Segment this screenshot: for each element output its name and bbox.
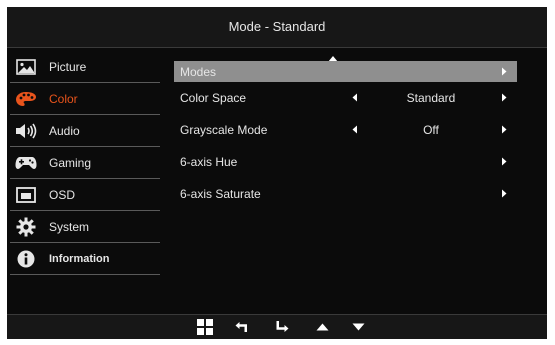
sidebar-item-label: Information	[49, 253, 110, 265]
menu-grid-icon[interactable]	[197, 319, 213, 335]
arrow-left-icon[interactable]	[352, 91, 358, 105]
sidebar-item-picture[interactable]: Picture	[7, 51, 160, 83]
sidebar-item-label: System	[49, 220, 90, 234]
palette-icon	[15, 88, 37, 110]
menu-row-label: 6-axis Saturate	[180, 187, 261, 201]
sidebar-item-gaming[interactable]: Gaming	[7, 147, 160, 179]
sidebar-item-osd[interactable]: OSD	[7, 179, 160, 211]
menu-row-label: Grayscale Mode	[180, 123, 268, 137]
menu-row-label: Color Space	[180, 91, 247, 105]
menu-row-6-axis-hue[interactable]: 6-axis Hue	[174, 146, 517, 178]
picture-icon	[15, 56, 37, 78]
arrow-left-icon[interactable]	[352, 123, 358, 137]
sidebar-item-label: OSD	[49, 188, 76, 202]
sidebar-item-system[interactable]: System	[7, 211, 160, 243]
enter-icon[interactable]	[276, 319, 289, 335]
page-title: Mode - Standard	[228, 19, 326, 34]
menu-row-grayscale-mode[interactable]: Grayscale Mode Off	[174, 114, 517, 146]
arrow-right-icon[interactable]	[501, 91, 507, 105]
info-icon	[15, 248, 37, 270]
menu-row-value: Standard	[406, 91, 456, 105]
sidebar-item-label: Color	[49, 92, 78, 106]
menu-row-label: 6-axis Hue	[180, 155, 238, 169]
sidebar-item-label: Gaming	[49, 156, 92, 170]
menu-row-modes[interactable]: Modes	[174, 61, 517, 82]
arrow-right-icon	[501, 187, 507, 201]
up-icon[interactable]	[316, 319, 329, 335]
down-icon[interactable]	[352, 319, 365, 335]
speaker-icon	[15, 120, 37, 142]
gamepad-icon	[15, 152, 37, 174]
osd-window: Mode - Standard Picture Color Audio Gami…	[7, 7, 547, 339]
gear-icon	[15, 216, 37, 238]
menu-row-label: Modes	[180, 64, 217, 79]
sidebar: Picture Color Audio Gaming OSD System In…	[7, 51, 160, 275]
navigation-bar	[7, 314, 547, 339]
osd-icon	[15, 184, 37, 206]
sidebar-item-label: Picture	[49, 60, 87, 74]
sidebar-item-label: Audio	[49, 124, 80, 138]
menu-row-6-axis-saturate[interactable]: 6-axis Saturate	[174, 178, 517, 210]
title-bar: Mode - Standard	[7, 7, 547, 48]
arrow-right-icon	[501, 155, 507, 169]
sidebar-item-information[interactable]: Information	[7, 243, 160, 275]
menu-row-value: Off	[423, 123, 439, 137]
back-icon[interactable]	[235, 319, 248, 335]
arrow-right-icon[interactable]	[501, 123, 507, 137]
sidebar-item-color[interactable]: Color	[7, 83, 160, 115]
color-settings-menu: Modes Color Space Standard Grayscale Mod…	[174, 61, 517, 210]
sidebar-item-audio[interactable]: Audio	[7, 115, 160, 147]
menu-row-color-space[interactable]: Color Space Standard	[174, 82, 517, 114]
arrow-right-icon	[501, 65, 507, 79]
